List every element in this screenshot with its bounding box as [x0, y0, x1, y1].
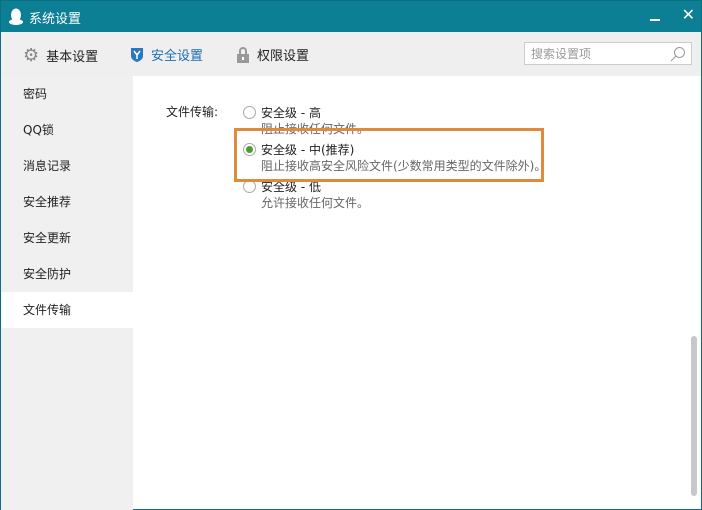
sidebar-item-password[interactable]: 密码	[1, 76, 133, 112]
search-box	[524, 42, 692, 65]
close-button[interactable]: ✕	[682, 5, 695, 24]
sidebar-item-file-transfer[interactable]: 文件传输	[1, 292, 133, 328]
option-desc: 允许接收任何文件。	[261, 196, 370, 210]
highlight-box	[234, 128, 544, 182]
sidebar-item-security-protection[interactable]: 安全防护	[1, 256, 133, 292]
sidebar-item-security-update[interactable]: 安全更新	[1, 220, 133, 256]
scrollbar[interactable]	[691, 336, 697, 496]
window-title: 系统设置	[29, 12, 82, 27]
sidebar-item-security-recommend[interactable]: 安全推荐	[1, 184, 133, 220]
radio-high[interactable]	[243, 106, 256, 119]
toolbar: ⚙ 基本设置 安全设置 权限设置	[1, 32, 701, 76]
shield-icon	[131, 47, 143, 62]
sidebar-item-message-history[interactable]: 消息记录	[1, 148, 133, 184]
file-transfer-label: 文件传输:	[166, 105, 219, 119]
search-icon[interactable]	[670, 46, 686, 62]
tab-label: 权限设置	[257, 49, 310, 64]
qq-penguin-icon	[9, 8, 23, 25]
tab-basic-settings[interactable]: ⚙ 基本设置	[23, 45, 98, 66]
title-bar: 系统设置 ✕	[1, 1, 701, 32]
tab-security-settings[interactable]: 安全设置	[130, 45, 203, 64]
tab-label: 基本设置	[46, 50, 99, 65]
tab-permission-settings[interactable]: 权限设置	[236, 45, 309, 64]
sidebar: 密码 QQ锁 消息记录 安全推荐 安全更新 安全防护 文件传输	[1, 76, 133, 510]
content-panel: 文件传输: 安全级 - 高 阻止接收任何文件。 安全级 - 中(推荐) 阻止接收…	[133, 76, 701, 510]
gear-icon: ⚙	[23, 45, 40, 66]
lock-icon	[237, 46, 249, 63]
option-title: 安全级 - 高	[261, 106, 321, 120]
search-input[interactable]	[525, 43, 665, 64]
sidebar-item-qq-lock[interactable]: QQ锁	[1, 112, 133, 148]
minimize-button[interactable]	[645, 4, 665, 28]
tab-label: 安全设置	[151, 49, 204, 64]
